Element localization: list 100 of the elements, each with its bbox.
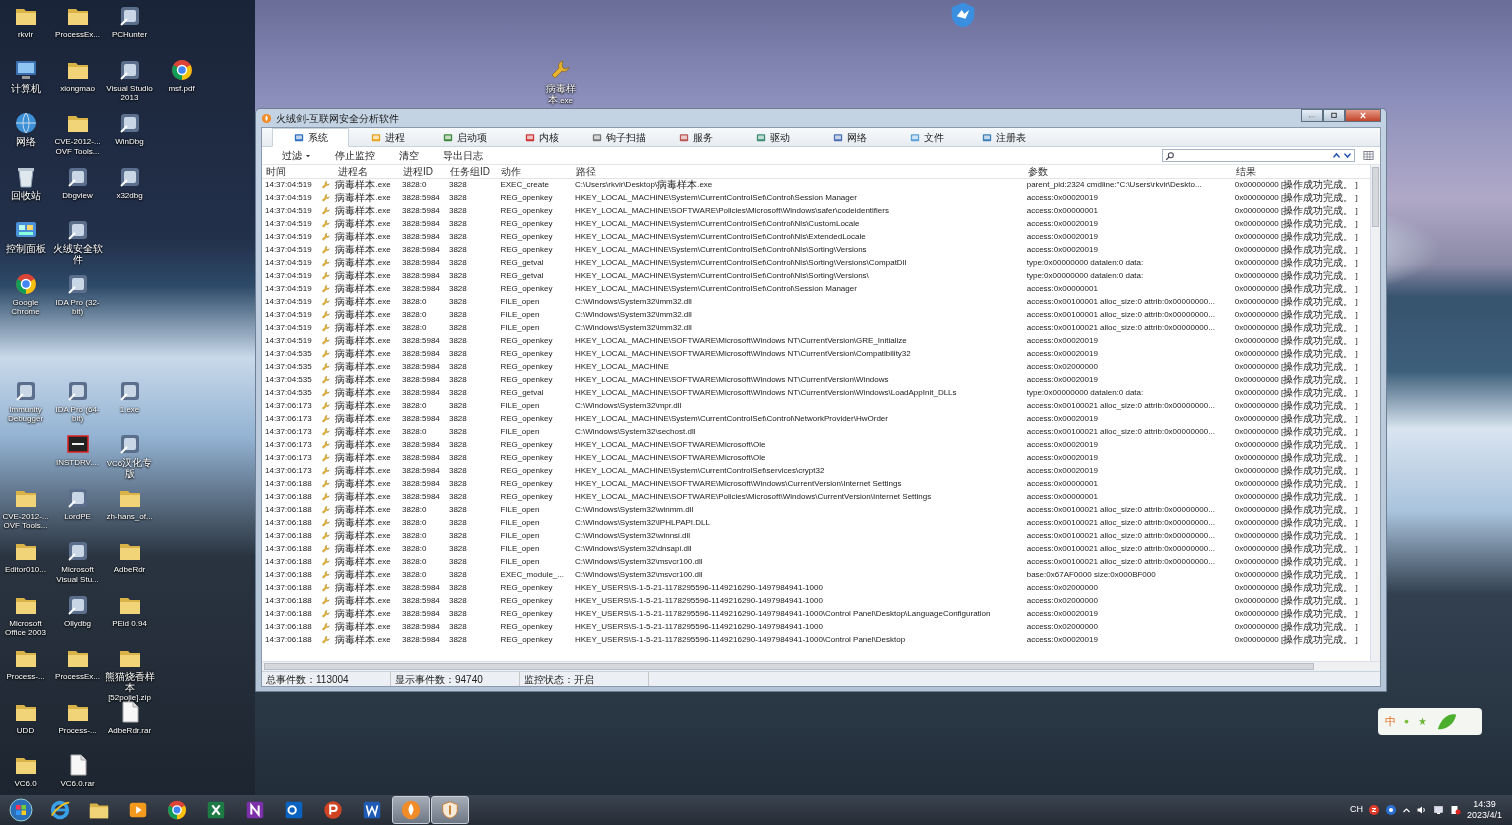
- icon-label[interactable]: Ollydbg: [63, 618, 92, 628]
- icon-label[interactable]: VC6.0: [14, 779, 37, 789]
- icon-label[interactable]: zh-hans_of...: [106, 511, 153, 521]
- table-cell-text: 0x00000000 [操作成功完成。 ]: [1233, 295, 1359, 309]
- icon-label[interactable]: AdbeRdr.rar: [107, 725, 152, 735]
- grid-view-icon[interactable]: [1363, 150, 1374, 161]
- tab[interactable]: 注册表: [965, 128, 1042, 147]
- wrench-icon: [321, 336, 332, 346]
- icon-label[interactable]: LordPE: [64, 511, 91, 521]
- table-cell: 0x00000000 [操作成功完成。 ]: [1231, 386, 1370, 400]
- process-name: 病毒样本.exe: [335, 505, 391, 515]
- icon-label[interactable]: 熊猫烧香样本[52pojie].zip: [104, 672, 155, 703]
- column-header[interactable]: 结果: [1231, 165, 1370, 179]
- icon-label[interactable]: 网络: [15, 137, 36, 148]
- tab[interactable]: 驱动: [734, 128, 811, 147]
- speaker-icon[interactable]: [1415, 804, 1428, 816]
- table-cell: 0x00000000 [操作成功完成。 ]: [1231, 542, 1370, 556]
- language-indicator[interactable]: CH: [1349, 803, 1363, 817]
- icon-label[interactable]: PCHunter: [111, 30, 148, 40]
- clock-date[interactable]: 2023/4/1: [1466, 810, 1502, 821]
- table-cell-text: 3828: [447, 348, 468, 360]
- icon-label[interactable]: Process-...: [6, 672, 45, 682]
- sys-icon[interactable]: [65, 432, 90, 456]
- chevron-down-icon[interactable]: [1343, 151, 1352, 160]
- icon-label[interactable]: CVE-2012-... OVF Tools...: [52, 137, 103, 156]
- table-cell-text: C:\Windows\System32\imm32.dll: [573, 309, 693, 321]
- globe-icon[interactable]: [13, 111, 38, 135]
- tab[interactable]: 服务: [657, 128, 734, 147]
- icon-label[interactable]: 控制面板: [5, 244, 46, 255]
- vertical-scrollbar[interactable]: [1370, 165, 1380, 661]
- column-header[interactable]: 路径: [571, 165, 1024, 179]
- network-icon[interactable]: [1432, 804, 1445, 816]
- filter-dropdown[interactable]: 过滤: [270, 147, 323, 164]
- tab[interactable]: 钩子扫描: [580, 128, 657, 147]
- tab[interactable]: 系统: [272, 128, 349, 147]
- clock-time[interactable]: 14:39: [1473, 799, 1496, 810]
- search-field[interactable]: [1162, 149, 1355, 162]
- table-cell-text: 0x00000000 [操作成功完成。 ]: [1233, 633, 1359, 647]
- icon-label[interactable]: Microsoft Visual Stu...: [52, 565, 103, 584]
- table-cell: 0x00000000 [操作成功完成。 ]: [1231, 282, 1370, 296]
- icon-label[interactable]: x32dbg: [116, 190, 143, 200]
- icon-label[interactable]: Process-...: [58, 725, 97, 735]
- minimize-button[interactable]: [1301, 109, 1323, 122]
- icon-label[interactable]: CVE-2012-... OVF Tools...: [0, 511, 51, 531]
- column-header[interactable]: 参数: [1023, 165, 1232, 179]
- table-cell-text: 3828:5984: [401, 218, 441, 230]
- table-cell-text: 3828:0: [401, 504, 428, 516]
- chevron-up-icon[interactable]: [1332, 151, 1341, 160]
- icon-label[interactable]: xiongmao: [60, 83, 95, 93]
- icon-label[interactable]: Editor010...: [5, 565, 46, 575]
- icon-label[interactable]: IDA Pro (32-bit): [52, 297, 103, 317]
- table-cell-text: 0x00000000 [操作成功完成。 ]: [1233, 321, 1359, 335]
- tab[interactable]: 内核: [503, 128, 580, 147]
- icon-label[interactable]: ProcessEx...: [55, 672, 100, 682]
- dot-icon[interactable]: [1402, 717, 1411, 726]
- icon-label[interactable]: 回收站: [10, 190, 41, 201]
- tab-icon: [755, 132, 766, 143]
- icon-label[interactable]: 火绒安全软件: [52, 244, 103, 265]
- toolbar-button[interactable]: 导出日志: [431, 147, 495, 164]
- column-header[interactable]: 动作: [497, 165, 572, 179]
- table-cell-text: 3828:5984: [401, 257, 441, 269]
- horizontal-scrollbar[interactable]: [262, 661, 1380, 671]
- wrench-icon: [321, 544, 332, 554]
- icon-label[interactable]: UDD: [16, 725, 35, 735]
- icon-label[interactable]: Dbgview: [62, 190, 93, 200]
- ime-icon[interactable]: [1367, 804, 1380, 816]
- icon-label[interactable]: Visual Studio 2013: [104, 83, 155, 103]
- toolbar-button[interactable]: 清空: [387, 147, 431, 164]
- table-cell-text: access:0x00100021 alloc_size:0 attrib:0x00000000...: [1025, 426, 1216, 438]
- icon-label[interactable]: WinDbg: [115, 137, 144, 147]
- icon-label[interactable]: 计算机: [10, 83, 41, 94]
- scroll-thumb[interactable]: [264, 663, 1314, 670]
- toolbar-button[interactable]: 停止监控: [323, 147, 387, 164]
- tab[interactable]: 进程: [349, 128, 426, 147]
- icon-label[interactable]: rkvir: [17, 30, 34, 40]
- column-header[interactable]: 任务组ID: [445, 165, 498, 179]
- icon-label[interactable]: Microsoft Office 2003: [0, 618, 51, 638]
- chevron-up-icon[interactable]: [1401, 805, 1411, 815]
- icon-label[interactable]: Google Chrome: [0, 297, 51, 317]
- maximize-button[interactable]: [1323, 109, 1345, 122]
- tab[interactable]: 文件: [888, 128, 965, 147]
- column-header[interactable]: 时间: [262, 165, 319, 179]
- column-header[interactable]: 进程ID: [399, 165, 446, 179]
- column-header[interactable]: 进程名: [318, 165, 399, 179]
- process-name: 病毒样本.exe: [335, 388, 391, 398]
- tab[interactable]: 启动项: [426, 128, 503, 147]
- circle-icon[interactable]: [169, 57, 194, 82]
- icon-label[interactable]: msf.pdf: [168, 83, 195, 93]
- icon-label[interactable]: AdbeRdr: [113, 565, 146, 575]
- icon-label[interactable]: PEid 0.94: [112, 618, 147, 628]
- table-cell-text: 3828: [447, 361, 468, 373]
- tab[interactable]: 网络: [811, 128, 888, 147]
- star-icon[interactable]: [1417, 716, 1428, 727]
- circle-icon[interactable]: [13, 271, 38, 296]
- table-cell-text: 0x00000000 [操作成功完成。 ]: [1233, 191, 1359, 205]
- icon-label[interactable]: ProcessEx...: [55, 30, 100, 40]
- table-cell-text: access:0x02000000: [1025, 621, 1099, 633]
- icon-label[interactable]: VC6.0.rar: [60, 779, 95, 789]
- close-button[interactable]: [1345, 109, 1381, 122]
- scroll-thumb[interactable]: [1372, 167, 1379, 227]
